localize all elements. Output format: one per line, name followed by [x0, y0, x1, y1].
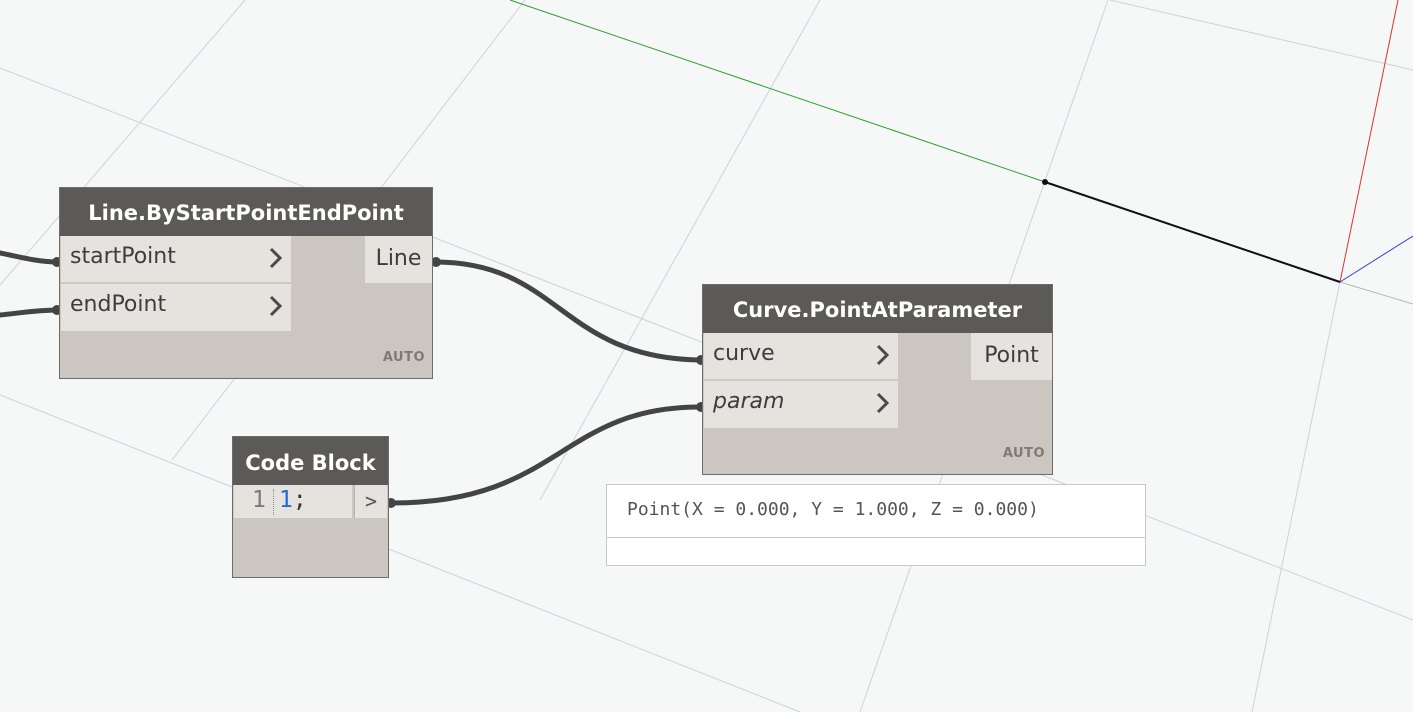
code-number: 1 [279, 487, 293, 513]
input-port-param[interactable]: param [704, 381, 898, 428]
port-label: startPoint [70, 244, 176, 269]
node-curve-point-at-parameter[interactable]: Curve.PointAtParameter curve param Point… [702, 284, 1053, 475]
input-port-endpoint[interactable]: endPoint [61, 284, 291, 331]
line-number: 1 [252, 487, 266, 513]
node-line-by-start-point-end-point[interactable]: Line.ByStartPointEndPoint startPoint end… [59, 187, 433, 379]
output-port-code-block[interactable]: > [354, 485, 387, 518]
node-title[interactable]: Line.ByStartPointEndPoint [60, 188, 432, 236]
code-text[interactable]: 1; [279, 487, 307, 513]
lacing-label: AUTO [1002, 446, 1045, 461]
chevron-right-icon [269, 247, 283, 269]
wire-line-to-curve[interactable] [432, 259, 703, 363]
node-title[interactable]: Code Block [233, 437, 388, 485]
input-port-startpoint[interactable]: startPoint [61, 236, 291, 283]
node-preview-bubble[interactable]: Point(X = 0.000, Y = 1.000, Z = 0.000) [606, 484, 1146, 566]
graph-canvas[interactable]: Line.ByStartPointEndPoint startPoint end… [0, 0, 1413, 712]
port-label: param [713, 389, 785, 414]
node-code-block[interactable]: Code Block 1 1; > [232, 436, 389, 578]
chevron-right-icon [876, 344, 890, 366]
chevron-right-icon [876, 392, 890, 414]
node-title[interactable]: Curve.PointAtParameter [703, 285, 1052, 333]
port-label: curve [713, 341, 775, 366]
line-number-separator [273, 489, 274, 515]
preview-value: Point(X = 0.000, Y = 1.000, Z = 0.000) [627, 499, 1039, 520]
lacing-label: AUTO [382, 350, 425, 365]
output-port-line[interactable]: Line [365, 236, 432, 283]
output-port-point[interactable]: Point [971, 333, 1052, 380]
port-label: endPoint [70, 292, 167, 317]
chevron-right-icon [269, 295, 283, 317]
code-editor[interactable]: 1 1; [234, 485, 352, 518]
wire-startpoint[interactable] [0, 250, 61, 265]
code-terminator: ; [292, 487, 307, 513]
input-port-curve[interactable]: curve [704, 333, 898, 380]
wire-endpoint[interactable] [0, 307, 61, 318]
preview-divider [607, 537, 1145, 538]
